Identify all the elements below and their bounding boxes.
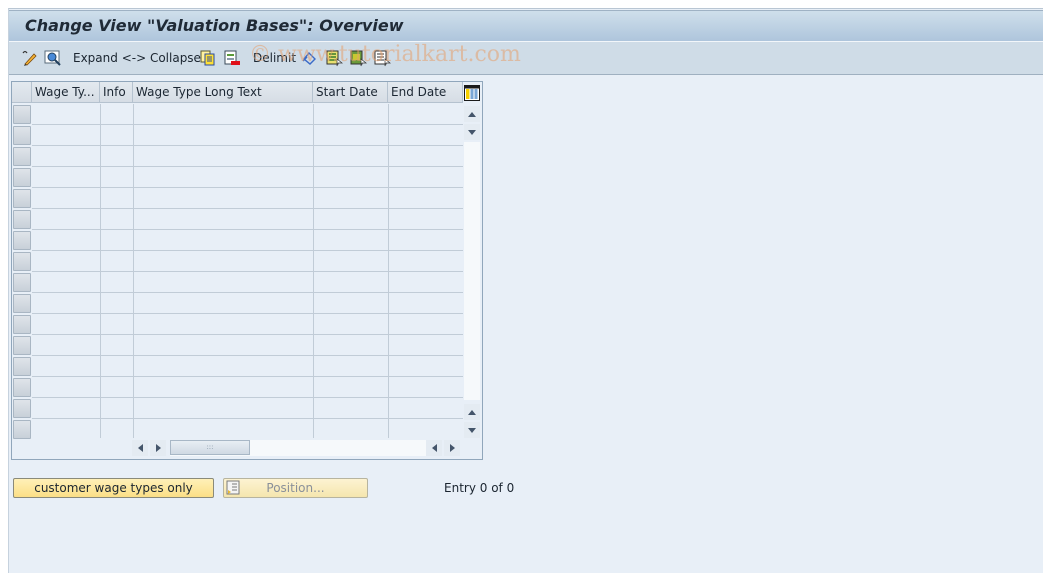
arrow-up-icon [468,409,476,415]
find-icon [44,49,62,67]
row-selector[interactable] [13,105,31,124]
scroll-page-up-button[interactable] [464,404,480,420]
row-selector[interactable] [13,294,31,313]
column-divider [388,104,389,438]
scroll-page-down-button[interactable] [464,422,480,438]
arrow-up-icon [468,111,476,117]
position-button[interactable]: Position... [223,478,368,498]
row-selector[interactable] [13,210,31,229]
horizontal-scroll-track[interactable]: ::: [170,440,426,456]
select-block-icon [349,49,367,67]
select-block-button[interactable] [349,49,367,67]
deselect-all-button[interactable] [373,49,391,67]
row-divider [32,229,463,230]
expand-collapse-button[interactable]: Expand <-> Collapse [73,49,201,67]
scroll-right-button[interactable] [150,440,166,456]
row-divider [32,355,463,356]
row-selector[interactable] [13,273,31,292]
row-divider [32,418,463,419]
undo-change-icon [301,49,319,67]
row-divider [32,250,463,251]
customer-wage-types-button[interactable]: customer wage types only [13,478,214,498]
row-divider [32,376,463,377]
select-all-icon [325,49,343,67]
undo-change-button[interactable] [301,49,319,67]
display-change-button[interactable] [20,49,38,67]
row-selector[interactable] [13,126,31,145]
arrow-right-icon [155,444,161,452]
horizontal-scrollbar[interactable]: ::: [132,439,462,457]
main-window: Change View "Valuation Bases": Overview [8,8,1043,573]
scroll-down-button[interactable] [464,124,480,140]
arrow-left-icon [137,444,143,452]
table-settings-icon [464,84,480,101]
row-selector[interactable] [13,420,31,439]
row-divider [32,397,463,398]
column-header-end-date[interactable]: End Date [388,82,463,103]
arrow-left-icon [431,444,437,452]
vertical-scroll-track[interactable] [464,142,480,400]
entry-counter: Entry 0 of 0 [444,481,515,495]
row-divider [32,124,463,125]
horizontal-scroll-thumb[interactable]: ::: [170,440,250,455]
page-title: Change View "Valuation Bases": Overview [25,16,404,35]
row-selector[interactable] [13,399,31,418]
row-divider [32,208,463,209]
row-divider [32,292,463,293]
delimit-button[interactable]: Delimit [253,49,296,67]
arrow-down-icon [468,427,476,433]
arrow-down-icon [468,129,476,135]
deselect-all-icon [373,49,391,67]
row-divider [32,166,463,167]
row-selector[interactable] [13,168,31,187]
find-button[interactable] [44,49,62,67]
row-selector[interactable] [13,357,31,376]
arrow-right-icon [449,444,455,452]
scroll-far-right-button[interactable] [444,440,460,456]
scroll-left-button[interactable] [132,440,148,456]
column-header-wage-type[interactable]: Wage Ty... [32,82,100,103]
position-icon [226,480,240,496]
select-all-rows-cell[interactable] [12,82,32,103]
row-divider [32,334,463,335]
row-selector[interactable] [13,315,31,334]
row-divider [32,145,463,146]
row-divider [32,313,463,314]
column-divider [133,104,134,438]
delete-button[interactable] [223,49,241,67]
column-header-info[interactable]: Info [100,82,133,103]
column-divider [100,104,101,438]
column-header-long-text[interactable]: Wage Type Long Text [133,82,313,103]
row-divider [32,271,463,272]
row-selector[interactable] [13,378,31,397]
row-selector[interactable] [13,189,31,208]
row-selector[interactable] [13,336,31,355]
copy-as-button[interactable] [199,49,217,67]
select-all-button[interactable] [325,49,343,67]
row-selector[interactable] [13,231,31,250]
row-selector[interactable] [13,147,31,166]
application-toolbar: Expand <-> Collapse Delimit © www.tutori… [9,42,1043,75]
vertical-scrollbar[interactable] [463,104,481,438]
position-button-label: Position... [266,481,325,495]
column-header-start-date[interactable]: Start Date [313,82,388,103]
display-change-icon [20,49,38,67]
valuation-bases-table: Wage Ty... Info Wage Type Long Text Star… [11,81,483,460]
delete-icon [223,49,241,67]
column-divider [313,104,314,438]
table-settings-button[interactable] [463,82,481,103]
scroll-far-left-button[interactable] [426,440,442,456]
scroll-up-button[interactable] [464,106,480,122]
copy-as-icon [199,49,217,67]
row-divider [32,187,463,188]
title-bar: Change View "Valuation Bases": Overview [9,10,1043,42]
row-selector[interactable] [13,252,31,271]
